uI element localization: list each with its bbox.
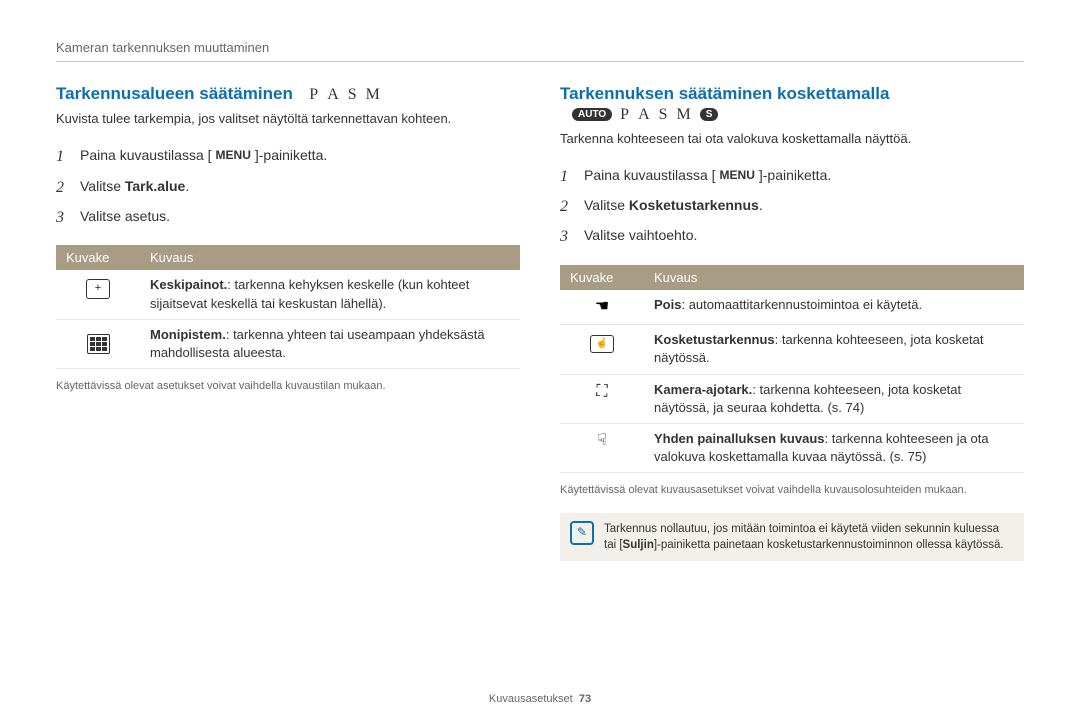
step-text: Paina kuvaustilassa [ [584, 167, 716, 183]
page: Kameran tarkennuksen muuttaminen Tarkenn… [0, 0, 1080, 725]
intro-text: Kuvista tulee tarkempia, jos valitset nä… [56, 110, 520, 128]
table-row: Monipistem.: tarkenna yhteen tai useampa… [56, 319, 520, 368]
mode-p: P [309, 86, 319, 104]
step-bold: Kosketustarkennus [629, 197, 759, 213]
step-3: 3 Valitse vaihtoehto. [560, 222, 1024, 252]
step-number: 3 [560, 222, 574, 252]
row-title: Kosketustarkennus [654, 332, 775, 347]
footnote: Käytettävissä olevat kuvausasetukset voi… [560, 483, 1024, 498]
center-weight-icon: + [56, 270, 140, 319]
table-row: ⛶ Kamera-ajotark.: tarkenna kohteeseen, … [560, 374, 1024, 423]
step-1: 1 Paina kuvaustilassa [MENU]-painiketta. [56, 142, 520, 172]
step-text: Valitse asetus. [80, 203, 170, 233]
icon-description-table: Kuvake Kuvaus ☚ Pois: automaattitarkennu… [560, 265, 1024, 474]
step-text: Valitse vaihtoehto. [584, 222, 697, 252]
table-row: ☟ Yhden painalluksen kuvaus: tarkenna ko… [560, 424, 1024, 473]
mode-m: M [677, 106, 692, 124]
step-text: Paina kuvaustilassa [ [80, 147, 212, 163]
step-text: ]-painiketta. [759, 167, 831, 183]
section-header: Tarkennuksen säätäminen koskettamalla AU… [560, 84, 1024, 124]
breadcrumb: Kameran tarkennuksen muuttaminen [56, 40, 1024, 62]
note-box: ✎ Tarkennus nollautuu, jos mitään toimin… [560, 513, 1024, 561]
menu-button-label: MENU [716, 164, 759, 187]
mode-p: P [620, 106, 630, 124]
footer-section: Kuvausasetukset [489, 693, 573, 705]
col-header-desc: Kuvaus [140, 245, 520, 270]
mode-s: S [659, 106, 669, 124]
touch-focus-icon: ☝ [560, 325, 644, 374]
table-row: + Keskipainot.: tarkenna kehyksen keskel… [56, 270, 520, 319]
row-title: Pois [654, 297, 681, 312]
multi-point-icon [56, 319, 140, 368]
tracking-focus-icon: ⛶ [560, 374, 644, 423]
step-number: 1 [560, 162, 574, 192]
step-3: 3 Valitse asetus. [56, 203, 520, 233]
mode-m: M [366, 86, 381, 104]
col-header-icon: Kuvake [56, 245, 140, 270]
hand-off-icon: ☚ [560, 290, 644, 325]
steps-list: 1 Paina kuvaustilassa [MENU]-painiketta.… [560, 162, 1024, 253]
row-title: Yhden painalluksen kuvaus [654, 431, 825, 446]
col-header-icon: Kuvake [560, 265, 644, 290]
mode-indicator: P A S M [309, 86, 381, 104]
steps-list: 1 Paina kuvaustilassa [MENU]-painiketta.… [56, 142, 520, 233]
step-1: 1 Paina kuvaustilassa [MENU]-painiketta. [560, 162, 1024, 192]
row-title: Monipistem. [150, 327, 226, 342]
step-number: 2 [56, 173, 70, 203]
table-row: ☚ Pois: automaattitarkennustoimintoa ei … [560, 290, 1024, 325]
step-text: . [759, 197, 763, 213]
step-number: 2 [560, 192, 574, 222]
step-2: 2 Valitse Kosketustarkennus. [560, 192, 1024, 222]
step-text: Valitse [584, 197, 629, 213]
row-desc: : automaattitarkennustoimintoa ei käytet… [681, 297, 922, 312]
mode-s-pill: S [700, 108, 719, 121]
page-footer: Kuvausasetukset 73 [56, 693, 1024, 705]
note-text: Tarkennus nollautuu, jos mitään toiminto… [604, 521, 1014, 553]
footnote: Käytettävissä olevat asetukset voivat va… [56, 379, 520, 394]
col-header-desc: Kuvaus [644, 265, 1024, 290]
left-column: Tarkennusalueen säätäminen P A S M Kuvis… [56, 84, 520, 561]
note-icon: ✎ [570, 521, 594, 545]
two-column-layout: Tarkennusalueen säätäminen P A S M Kuvis… [56, 84, 1024, 561]
row-title: Keskipainot. [150, 277, 227, 292]
section-title: Tarkennuksen säätäminen koskettamalla [560, 84, 889, 103]
page-number: 73 [579, 693, 591, 705]
step-number: 3 [56, 203, 70, 233]
right-column: Tarkennuksen säätäminen koskettamalla AU… [560, 84, 1024, 561]
table-row: ☝ Kosketustarkennus: tarkenna kohteeseen… [560, 325, 1024, 374]
intro-text: Tarkenna kohteeseen tai ota valokuva kos… [560, 130, 1024, 148]
step-text: . [185, 178, 189, 194]
section-title: Tarkennusalueen säätäminen [56, 84, 293, 103]
mode-a: A [638, 106, 651, 124]
row-title: Kamera-ajotark. [654, 382, 752, 397]
one-touch-shot-icon: ☟ [560, 424, 644, 473]
step-number: 1 [56, 142, 70, 172]
step-text: ]-painiketta. [255, 147, 327, 163]
step-bold: Tark.alue [125, 178, 185, 194]
mode-indicator: AUTO P A S M S [572, 106, 718, 124]
mode-s: S [348, 86, 358, 104]
menu-button-label: MENU [212, 144, 255, 167]
mode-a: A [327, 86, 340, 104]
icon-description-table: Kuvake Kuvaus + Keskipainot.: tarkenna k… [56, 245, 520, 369]
step-2: 2 Valitse Tark.alue. [56, 173, 520, 203]
section-header: Tarkennusalueen säätäminen P A S M [56, 84, 520, 104]
step-text: Valitse [80, 178, 125, 194]
mode-auto: AUTO [572, 108, 612, 121]
